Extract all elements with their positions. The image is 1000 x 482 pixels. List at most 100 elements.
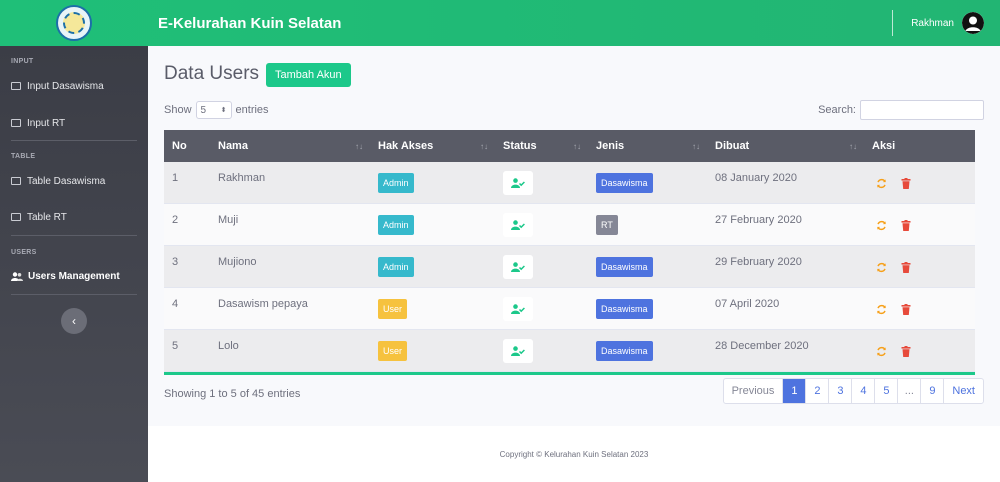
sidebar-item-label: Input RT xyxy=(27,117,66,129)
cell-dibuat: 07 April 2020 xyxy=(715,298,780,310)
status-button[interactable] xyxy=(503,339,533,363)
cell-status xyxy=(495,162,588,204)
role-badge: Admin xyxy=(378,257,414,277)
pagination-page[interactable]: 4 xyxy=(851,379,874,403)
table-bottom-border xyxy=(164,372,975,375)
search-input[interactable] xyxy=(860,100,984,120)
user-menu[interactable]: Rakhman xyxy=(892,0,984,46)
cell-dibuat: 27 February 2020 xyxy=(715,214,802,226)
chevron-left-icon: ‹ xyxy=(72,314,76,328)
sidebar-item-table-dasawisma[interactable]: Table Dasawisma xyxy=(0,171,148,191)
status-button[interactable] xyxy=(503,255,533,279)
trash-icon[interactable] xyxy=(901,177,911,189)
status-button[interactable] xyxy=(503,213,533,237)
pagination-next[interactable]: Next xyxy=(943,379,983,403)
avatar[interactable] xyxy=(962,12,984,34)
type-badge: Dasawisma xyxy=(596,257,653,277)
entries-length-control: Show 5 ⬍ entries xyxy=(164,101,269,119)
sidebar: INPUT Input Dasawisma Input RT TABLE Tab… xyxy=(0,46,148,482)
search-control: Search: xyxy=(818,100,984,120)
type-badge: RT xyxy=(596,215,618,235)
cell-nama: Rakhman xyxy=(218,172,266,184)
brand-logo-area[interactable] xyxy=(0,0,148,46)
user-check-icon xyxy=(511,262,525,272)
search-label: Search: xyxy=(818,104,856,116)
table-icon xyxy=(11,177,21,185)
sidebar-item-users-management[interactable]: Users Management xyxy=(0,266,148,286)
column-header-nama[interactable]: Nama ↑↓ xyxy=(210,130,370,162)
pagination-ellipsis: ... xyxy=(897,379,920,403)
role-badge: User xyxy=(378,299,408,319)
sync-icon[interactable] xyxy=(876,262,887,273)
sidebar-toggle-button[interactable]: ‹ xyxy=(61,308,87,334)
kelurahan-logo xyxy=(56,5,92,41)
column-header-status[interactable]: Status ↑↓ xyxy=(495,130,588,162)
sidebar-item-label: Input Dasawisma xyxy=(27,80,104,92)
cell-hak-akses: User xyxy=(370,288,495,330)
entries-label: entries xyxy=(235,104,269,116)
status-button[interactable] xyxy=(503,297,533,321)
cell-aksi xyxy=(864,204,975,246)
status-button[interactable] xyxy=(503,171,533,195)
sidebar-item-label: Table RT xyxy=(27,211,67,223)
card-icon xyxy=(11,82,21,90)
cell-aksi xyxy=(864,288,975,330)
cell-hak-akses: Admin xyxy=(370,204,495,246)
sidebar-heading-input: INPUT xyxy=(11,58,34,65)
pagination-page[interactable]: 3 xyxy=(828,379,851,403)
role-badge: Admin xyxy=(378,215,414,235)
cell-dibuat: 28 December 2020 xyxy=(715,340,809,352)
column-header-no[interactable]: No xyxy=(164,130,210,162)
cell-aksi xyxy=(864,330,975,372)
pagination-previous[interactable]: Previous xyxy=(724,379,783,403)
sidebar-item-table-rt[interactable]: Table RT xyxy=(0,207,148,227)
sync-icon[interactable] xyxy=(876,178,887,189)
column-header-hak-akses[interactable]: Hak Akses ↑↓ xyxy=(370,130,495,162)
trash-icon[interactable] xyxy=(901,345,911,357)
sort-icon: ↑↓ xyxy=(573,141,581,151)
user-check-icon xyxy=(511,346,525,356)
sync-icon[interactable] xyxy=(876,220,887,231)
sort-icon: ↑↓ xyxy=(480,141,488,151)
sidebar-item-input-rt[interactable]: Input RT xyxy=(0,113,148,133)
trash-icon[interactable] xyxy=(901,219,911,231)
cell-no: 1 xyxy=(172,172,179,184)
pagination-page[interactable]: 9 xyxy=(920,379,943,403)
sidebar-item-input-dasawisma[interactable]: Input Dasawisma xyxy=(0,76,148,96)
card-icon xyxy=(11,119,21,127)
users-icon xyxy=(11,271,23,281)
cell-dibuat: 08 January 2020 xyxy=(715,172,797,184)
trash-icon[interactable] xyxy=(901,261,911,273)
table-row: 1 Rakhman Admin Dasawisma 08 January 202… xyxy=(164,162,975,204)
cell-nama: Lolo xyxy=(218,340,239,352)
trash-icon[interactable] xyxy=(901,303,911,315)
table-header: No Nama ↑↓ Hak Akses ↑↓ Status ↑↓ Jenis ↑↓ D… xyxy=(164,130,975,162)
column-header-jenis[interactable]: Jenis ↑↓ xyxy=(588,130,707,162)
column-header-dibuat[interactable]: Dibuat ↑↓ xyxy=(707,130,864,162)
entries-select-value: 5 xyxy=(200,104,207,116)
main-content: Data Users Tambah Akun Show 5 ⬍ entries … xyxy=(148,46,1000,482)
cell-aksi xyxy=(864,162,975,204)
pagination-page[interactable]: 1 xyxy=(782,379,806,403)
table-row: 2 Muji Admin RT 27 February 2020 xyxy=(164,204,975,246)
table-icon xyxy=(11,213,21,221)
pagination-page[interactable]: 2 xyxy=(805,379,828,403)
sidebar-divider xyxy=(11,140,137,141)
table-row: 3 Mujiono Admin Dasawisma 29 February 20… xyxy=(164,246,975,288)
cell-no: 3 xyxy=(172,256,179,268)
pagination: Previous 1 2 3 4 5 ... 9 Next xyxy=(722,378,984,404)
sync-icon[interactable] xyxy=(876,304,887,315)
sync-icon[interactable] xyxy=(876,346,887,357)
column-header-aksi[interactable]: Aksi xyxy=(864,130,975,162)
table-row: 5 Lolo User Dasawisma 28 December 2020 xyxy=(164,330,975,372)
topbar: E-Kelurahan Kuin Selatan Rakhman xyxy=(0,0,1000,46)
cell-hak-akses: Admin xyxy=(370,246,495,288)
user-check-icon xyxy=(511,220,525,230)
type-badge: Dasawisma xyxy=(596,341,653,361)
pagination-page[interactable]: 5 xyxy=(874,379,897,403)
type-badge: Dasawisma xyxy=(596,173,653,193)
add-account-button[interactable]: Tambah Akun xyxy=(266,63,351,87)
cell-hak-akses: User xyxy=(370,330,495,372)
entries-select[interactable]: 5 ⬍ xyxy=(195,101,232,119)
role-badge: User xyxy=(378,341,408,361)
